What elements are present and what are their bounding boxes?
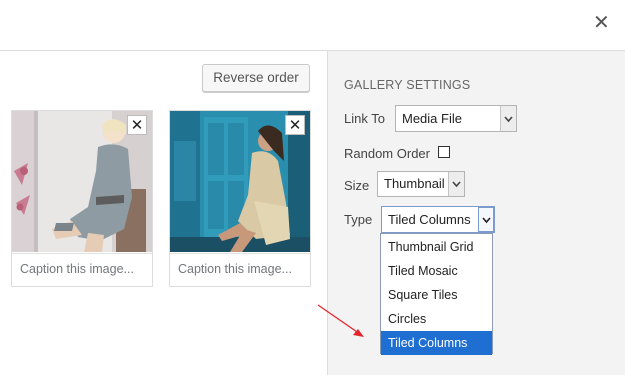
chevron-down-icon — [478, 207, 494, 232]
gallery-content: Reverse order ✕ Caption this image... ✕ … — [0, 51, 327, 375]
size-select[interactable]: Thumbnail — [377, 171, 465, 197]
type-option-thumbnail-grid[interactable]: Thumbnail Grid — [381, 235, 492, 259]
type-option-tiled-mosaic[interactable]: Tiled Mosaic — [381, 259, 492, 283]
close-icon[interactable]: ✕ — [593, 12, 610, 32]
modal-header: ✕ — [0, 0, 625, 51]
link-to-label: Link To — [344, 111, 385, 126]
size-label: Size — [344, 178, 370, 193]
type-option-tiled-columns[interactable]: Tiled Columns — [381, 331, 492, 355]
reverse-order-button[interactable]: Reverse order — [202, 64, 310, 92]
gallery-attachment[interactable]: ✕ Caption this image... — [169, 110, 311, 287]
type-option-circles[interactable]: Circles — [381, 307, 492, 331]
remove-icon[interactable]: ✕ — [127, 115, 147, 135]
type-label: Type — [344, 212, 373, 227]
random-order-label: Random Order — [344, 146, 430, 161]
link-to-value: Media File — [402, 111, 462, 126]
type-select[interactable]: Tiled Columns — [381, 206, 495, 233]
remove-icon[interactable]: ✕ — [285, 115, 305, 135]
caption-field[interactable]: Caption this image... — [170, 253, 310, 286]
settings-title: GALLERY SETTINGS — [344, 78, 471, 92]
chevron-down-icon — [500, 106, 516, 131]
type-option-square-tiles[interactable]: Square Tiles — [381, 283, 492, 307]
caption-field[interactable]: Caption this image... — [12, 253, 152, 286]
annotation-arrow — [317, 304, 364, 337]
size-value: Thumbnail — [384, 176, 445, 191]
type-dropdown-list: Thumbnail Grid Tiled Mosaic Square Tiles… — [380, 233, 493, 355]
random-order-checkbox[interactable] — [438, 146, 450, 158]
gallery-attachment[interactable]: ✕ Caption this image... — [11, 110, 153, 287]
type-value: Tiled Columns — [388, 212, 471, 227]
link-to-select[interactable]: Media File — [395, 105, 517, 132]
chevron-down-icon — [448, 172, 464, 196]
